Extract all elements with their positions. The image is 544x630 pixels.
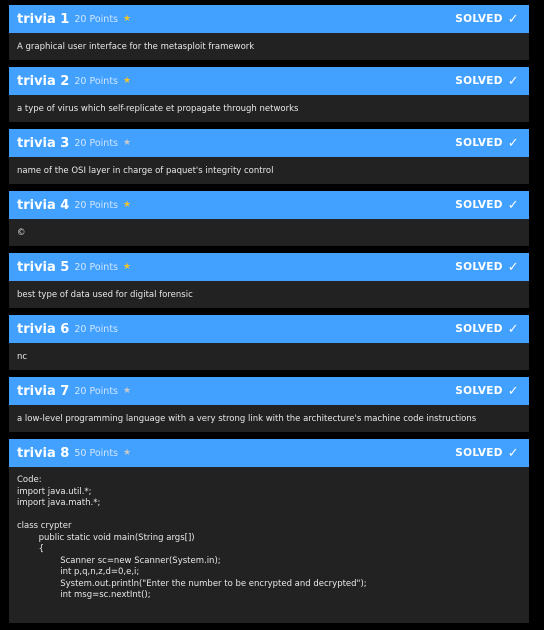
- check-icon: ✓: [507, 197, 519, 213]
- solved-badge: SOLVED ✓: [455, 5, 519, 33]
- challenge-title: trivia 8: [17, 445, 70, 461]
- challenge-points: 20 Points: [74, 75, 119, 87]
- challenge-title: trivia 6: [17, 321, 70, 337]
- challenge-header[interactable]: trivia 1 20 Points ★ SOLVED ✓: [9, 5, 529, 33]
- challenge-list: trivia 1 20 Points ★ SOLVED ✓ A graphical…: [9, 5, 529, 630]
- challenge-title: trivia 1: [17, 11, 70, 27]
- challenge-title: trivia 4: [17, 197, 70, 213]
- solved-label: SOLVED: [455, 385, 503, 397]
- challenge-card[interactable]: trivia 6 20 Points SOLVED ✓ nc: [9, 315, 529, 370]
- challenge-description: a low-level programming language with a …: [9, 405, 529, 432]
- check-icon: ✓: [507, 135, 519, 151]
- challenge-description: A graphical user interface for the metas…: [9, 33, 529, 60]
- star-icon: ★: [123, 76, 132, 86]
- challenge-title: trivia 5: [17, 259, 70, 275]
- star-icon: ★: [123, 262, 132, 272]
- star-icon: ★: [123, 448, 132, 458]
- challenge-card[interactable]: trivia 7 20 Points ★ SOLVED ✓ a low-level…: [9, 377, 529, 432]
- challenge-points: 20 Points: [74, 323, 119, 335]
- challenge-points: 20 Points: [74, 13, 119, 25]
- check-icon: ✓: [507, 11, 519, 27]
- check-icon: ✓: [507, 73, 519, 89]
- challenge-description: a type of virus which self-replicate et …: [9, 95, 529, 122]
- solved-badge: SOLVED ✓: [455, 129, 519, 157]
- solved-badge: SOLVED ✓: [455, 377, 519, 405]
- solved-badge: SOLVED ✓: [455, 191, 519, 219]
- challenge-points: 20 Points: [74, 261, 119, 273]
- challenge-header[interactable]: trivia 6 20 Points SOLVED ✓: [9, 315, 529, 343]
- challenge-description: name of the OSI layer in charge of paque…: [9, 157, 529, 184]
- star-icon: ★: [123, 14, 132, 24]
- star-icon: ★: [123, 138, 132, 148]
- challenge-title: trivia 7: [17, 383, 70, 399]
- challenge-points: 50 Points: [74, 447, 119, 459]
- challenge-header[interactable]: trivia 8 50 Points ★ SOLVED ✓: [9, 439, 529, 467]
- star-icon: ★: [123, 200, 132, 210]
- star-icon: ★: [123, 386, 132, 396]
- challenge-header[interactable]: trivia 2 20 Points ★ SOLVED ✓: [9, 67, 529, 95]
- challenge-card[interactable]: trivia 1 20 Points ★ SOLVED ✓ A graphical…: [9, 5, 529, 60]
- check-icon: ✓: [507, 383, 519, 399]
- solved-label: SOLVED: [455, 75, 503, 87]
- solved-badge: SOLVED ✓: [455, 315, 519, 343]
- solved-label: SOLVED: [455, 137, 503, 149]
- solved-label: SOLVED: [455, 199, 503, 211]
- check-icon: ✓: [507, 259, 519, 275]
- challenge-card[interactable]: trivia 4 20 Points ★ SOLVED ✓ ©: [9, 191, 529, 246]
- challenge-header[interactable]: trivia 5 20 Points ★ SOLVED ✓: [9, 253, 529, 281]
- solved-label: SOLVED: [455, 261, 503, 273]
- challenge-points: 20 Points: [74, 137, 119, 149]
- challenge-card[interactable]: trivia 8 50 Points ★ SOLVED ✓ Code: impor…: [9, 439, 529, 623]
- check-icon: ✓: [507, 321, 519, 337]
- challenge-header[interactable]: trivia 4 20 Points ★ SOLVED ✓: [9, 191, 529, 219]
- check-icon: ✓: [507, 445, 519, 461]
- challenge-points: 20 Points: [74, 385, 119, 397]
- challenge-card[interactable]: trivia 5 20 Points ★ SOLVED ✓ best type o…: [9, 253, 529, 308]
- challenge-header[interactable]: trivia 7 20 Points ★ SOLVED ✓: [9, 377, 529, 405]
- challenge-card[interactable]: trivia 2 20 Points ★ SOLVED ✓ a type of v…: [9, 67, 529, 122]
- challenge-title: trivia 2: [17, 73, 70, 89]
- solved-label: SOLVED: [455, 13, 503, 25]
- solved-label: SOLVED: [455, 447, 503, 459]
- solved-badge: SOLVED ✓: [455, 439, 519, 467]
- challenge-description: nc: [9, 343, 529, 370]
- challenge-description: Code: import java.util.*; import java.ma…: [9, 467, 529, 623]
- challenge-points: 20 Points: [74, 199, 119, 211]
- challenge-header[interactable]: trivia 3 20 Points ★ SOLVED ✓: [9, 129, 529, 157]
- challenge-card[interactable]: trivia 3 20 Points ★ SOLVED ✓ name of the…: [9, 129, 529, 184]
- challenge-description: ©: [9, 219, 529, 246]
- challenge-description: best type of data used for digital foren…: [9, 281, 529, 308]
- solved-label: SOLVED: [455, 323, 503, 335]
- solved-badge: SOLVED ✓: [455, 67, 519, 95]
- solved-badge: SOLVED ✓: [455, 253, 519, 281]
- challenge-title: trivia 3: [17, 135, 70, 151]
